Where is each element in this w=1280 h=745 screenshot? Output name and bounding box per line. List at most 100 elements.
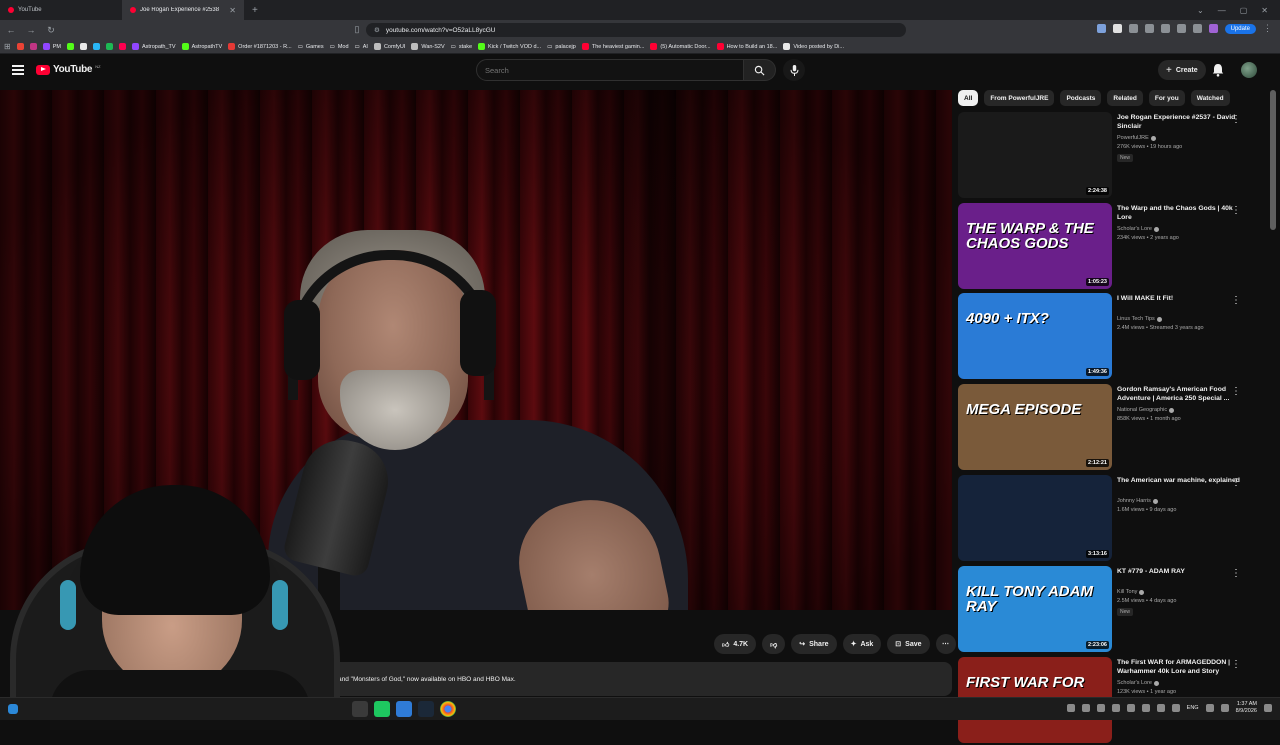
bookmark-folder-games[interactable]: ▭ Games [298, 44, 324, 50]
site-info-icon[interactable]: ⚙ [374, 26, 380, 34]
video-thumbnail[interactable]: KILL TONY ADAM RAY 2:23:06 [958, 566, 1112, 652]
channel-name[interactable]: PowerfulJRE [1117, 135, 1156, 141]
voice-search-button[interactable] [783, 59, 805, 81]
bookmark-item[interactable]: Kick / Twitch VOD d... [478, 43, 541, 50]
bookmark-item[interactable] [16, 43, 24, 50]
more-options-icon[interactable]: ⋮ [1231, 659, 1241, 670]
taskbar-app-icon[interactable] [396, 701, 412, 717]
chip-related[interactable]: Related [1107, 90, 1143, 106]
tray-icon[interactable] [1111, 704, 1120, 713]
bookmark-item[interactable] [105, 43, 113, 50]
channel-name[interactable]: Scholar's Lore [1117, 226, 1159, 232]
dislike-button[interactable]: 👎︎ [762, 634, 786, 654]
more-actions-button[interactable]: ⋯ [935, 634, 956, 654]
more-options-icon[interactable]: ⋮ [1231, 386, 1241, 397]
reload-icon[interactable]: ↻ [46, 25, 56, 36]
related-video-item[interactable]: MEGA EPISODE 2:12:21 Gordon Ramsay's Ameri… [958, 384, 1258, 472]
tray-icon[interactable] [1126, 704, 1135, 713]
bookmark-folder-ai[interactable]: ▭ AI [355, 44, 368, 50]
channel-name[interactable]: Johnny Harris [1117, 498, 1158, 504]
volume-icon[interactable] [1220, 704, 1229, 713]
clock[interactable]: 1:37 AM 8/9/2026 [1236, 701, 1257, 715]
video-description[interactable]: and "Monsters of God," now available on … [326, 662, 952, 696]
search-button[interactable] [744, 59, 776, 81]
bookmark-item[interactable]: Order #1871203 - R... [228, 43, 292, 50]
tray-icon[interactable] [1156, 704, 1165, 713]
bookmark-folder-mod[interactable]: ▭ Mod [330, 44, 349, 50]
bookmark-item[interactable]: The heaviest gamin... [581, 43, 644, 50]
video-title[interactable]: Gordon Ramsay's American Food Adventure … [1117, 386, 1241, 404]
new-tab-icon[interactable]: + [244, 5, 266, 16]
more-options-icon[interactable]: ⋮ [1231, 205, 1241, 216]
bookmark-item[interactable]: Video posted by Di... [783, 43, 844, 50]
chip-podcasts[interactable]: Podcasts [1060, 90, 1102, 106]
taskbar-app-icon[interactable] [352, 701, 368, 717]
extension-icon[interactable] [1176, 24, 1186, 33]
save-button[interactable]: ⊡ Save [887, 634, 930, 654]
related-video-item[interactable]: 2:24:38 Joe Rogan Experience #2537 - Davi… [958, 112, 1258, 200]
more-options-icon[interactable]: ⋮ [1231, 114, 1241, 125]
related-video-item[interactable]: KILL TONY ADAM RAY 2:23:06 KT #779 - ADAM … [958, 566, 1258, 654]
menu-kebab-icon[interactable]: ⋮ [1263, 23, 1272, 34]
minimize-icon[interactable]: — [1218, 6, 1226, 15]
browser-tab-active[interactable]: Joe Rogan Experience #2538 ✕ [122, 0, 244, 20]
bookmark-item[interactable] [92, 43, 100, 50]
video-title[interactable]: I Will MAKE It Fit! [1117, 295, 1241, 304]
extension-icon[interactable] [1128, 24, 1138, 33]
close-window-icon[interactable]: ✕ [1261, 6, 1268, 15]
maximize-icon[interactable]: ▢ [1240, 6, 1248, 15]
tray-icon[interactable] [1096, 704, 1105, 713]
apps-grid-icon[interactable]: ⊞ [4, 42, 11, 51]
steam-icon[interactable] [418, 701, 434, 717]
bookmark-item[interactable]: ComfyUI [373, 43, 405, 50]
video-title[interactable]: The First WAR for ARMAGEDDON | Warhammer… [1117, 659, 1241, 677]
video-title[interactable]: The American war machine, explained [1117, 477, 1241, 486]
back-icon[interactable]: ← [6, 25, 16, 35]
tab-search-icon[interactable]: ⌄ [1197, 6, 1204, 15]
sidebar-scrollbar[interactable] [1270, 90, 1276, 230]
wifi-icon[interactable] [1205, 704, 1214, 713]
bookmark-item[interactable]: (5) Automatic Door... [650, 43, 711, 50]
address-bar[interactable]: ⚙ youtube.com/watch?v=O52aLL8ycGU [366, 23, 906, 37]
notifications-bell-icon[interactable] [1212, 63, 1224, 77]
extension-icon[interactable] [1160, 24, 1170, 33]
ask-button[interactable]: ✦ Ask [842, 634, 882, 654]
bookmark-item[interactable] [66, 43, 74, 50]
account-avatar[interactable] [1241, 62, 1257, 78]
browser-tab-youtube[interactable]: YouTube [0, 0, 122, 20]
bookmark-item[interactable] [118, 43, 126, 50]
like-button[interactable]: 👍︎ 4.7K [714, 634, 757, 654]
bookmark-item[interactable]: Wan-S2V [411, 43, 445, 50]
bookmark-item[interactable] [29, 43, 37, 50]
bookmark-page-icon[interactable]: ▯ [352, 24, 362, 35]
share-button[interactable]: ↪ Share [791, 634, 837, 654]
more-options-icon[interactable]: ⋮ [1231, 568, 1241, 579]
bookmark-item[interactable]: AstropathTV [181, 43, 222, 50]
menu-hamburger-icon[interactable] [12, 65, 24, 75]
bookmark-folder-stake[interactable]: ▭ stake [451, 44, 472, 50]
forward-icon[interactable]: → [26, 25, 36, 35]
youtube-logo[interactable]: YouTube NZ [36, 64, 101, 75]
extension-icon[interactable] [1208, 24, 1218, 33]
bookmark-item[interactable]: How to Build an 18... [716, 43, 777, 50]
chip-watched[interactable]: Watched [1190, 90, 1230, 106]
language-indicator[interactable]: ENG [1187, 705, 1199, 711]
video-thumbnail[interactable]: THE WARP & THE CHAOS GODS 1:05:23 [958, 203, 1112, 289]
chrome-icon[interactable] [440, 701, 456, 717]
create-button[interactable]: + Create [1158, 60, 1206, 80]
tray-icon[interactable] [1066, 704, 1075, 713]
extension-icon[interactable] [1112, 24, 1122, 33]
bookmark-item[interactable]: PM [42, 43, 61, 50]
bookmark-item[interactable]: Astropath_TV [131, 43, 176, 50]
bookmark-folder-palacejp[interactable]: ▭ palacejp [547, 44, 576, 50]
more-options-icon[interactable]: ⋮ [1231, 295, 1241, 306]
channel-name[interactable]: National Geographic [1117, 407, 1175, 413]
chip-from-channel[interactable]: From PowerfulJRE [984, 90, 1055, 106]
close-tab-icon[interactable]: ✕ [229, 6, 236, 15]
tray-icon[interactable] [1081, 704, 1090, 713]
channel-name[interactable]: Kill Tony [1117, 589, 1145, 595]
tray-icon[interactable] [1141, 704, 1150, 713]
bookmark-item[interactable] [79, 43, 87, 50]
chip-for-you[interactable]: For you [1148, 90, 1185, 106]
related-video-item[interactable]: THE WARP & THE CHAOS GODS 1:05:23 The Warp… [958, 203, 1258, 291]
